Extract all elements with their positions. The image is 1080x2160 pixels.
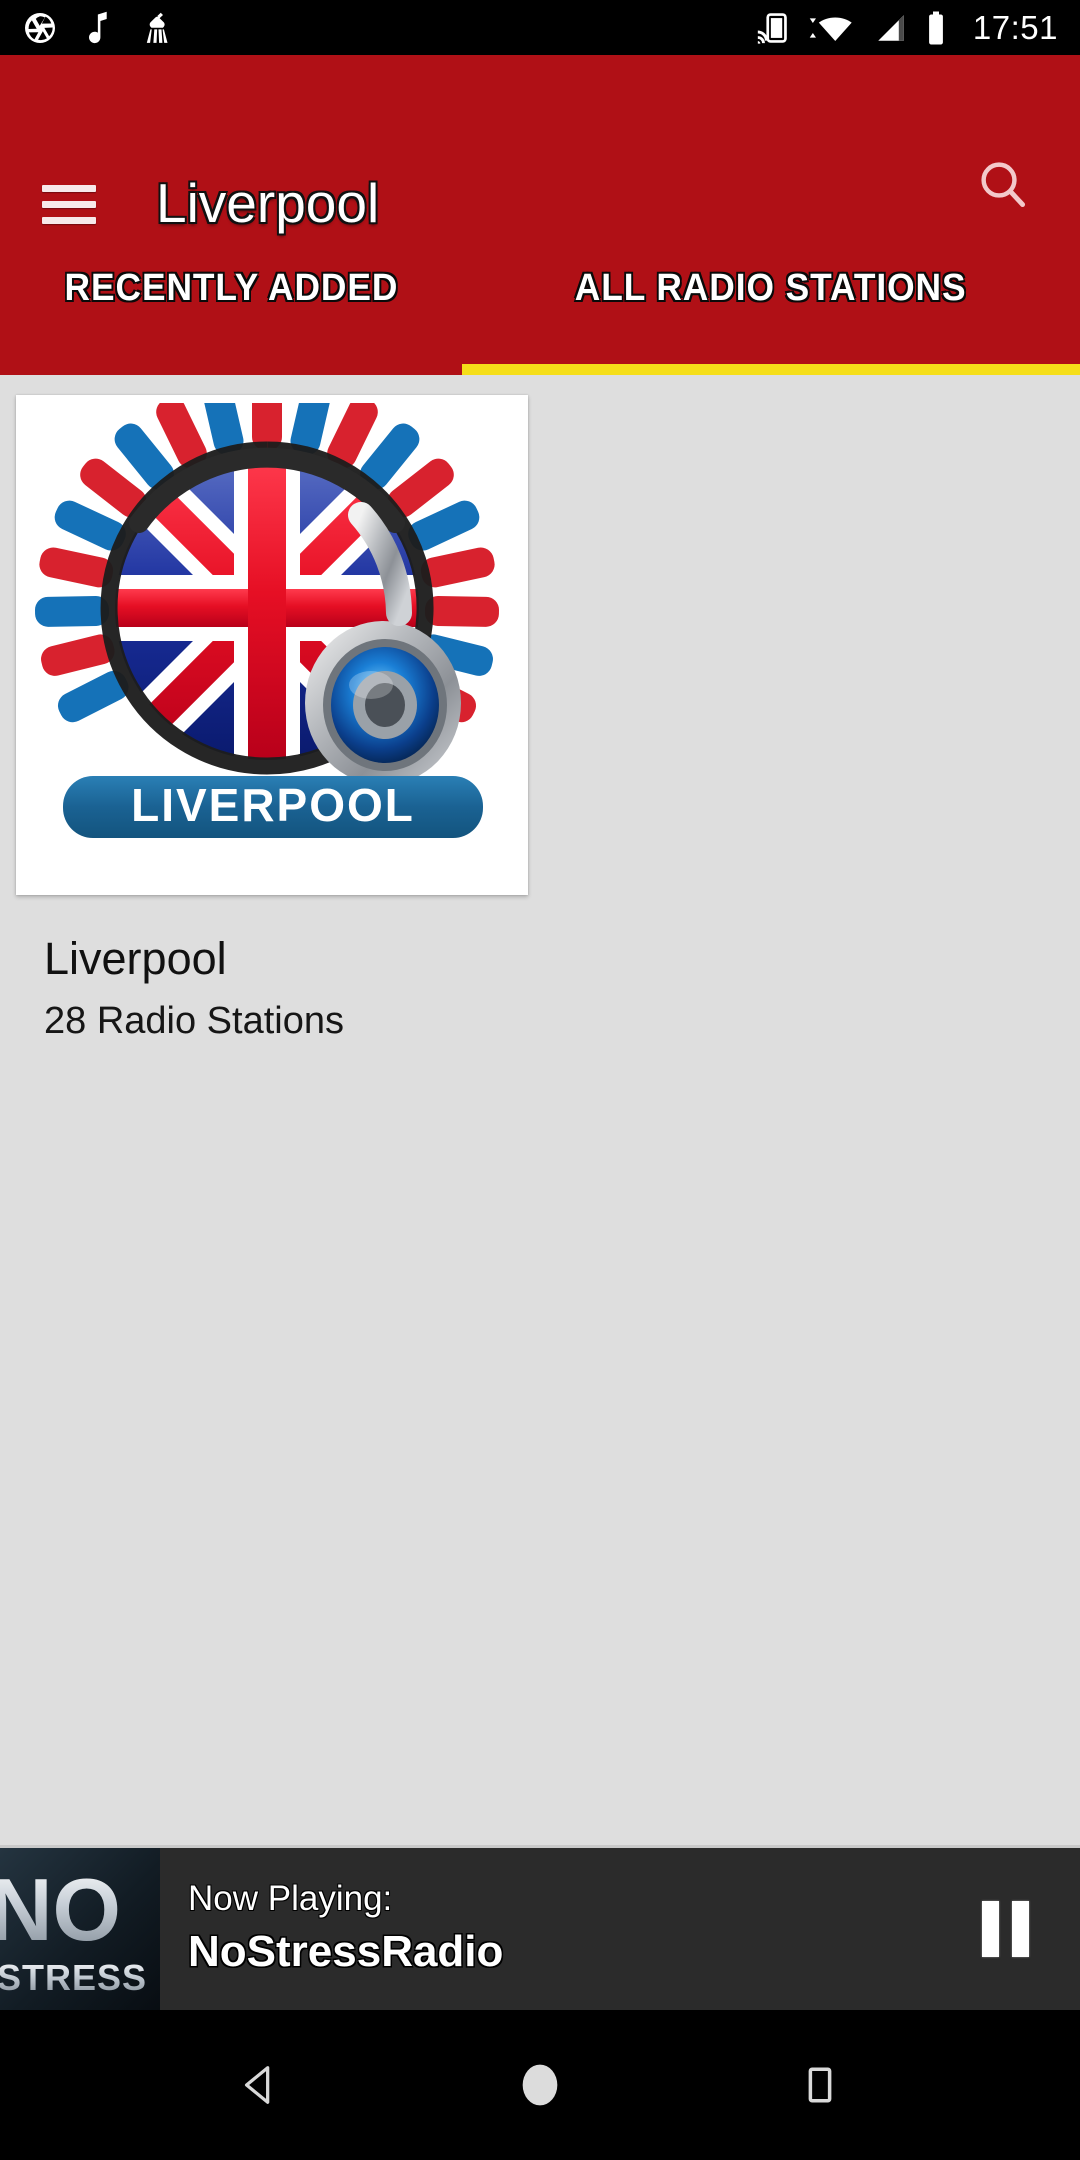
pause-icon[interactable]: [930, 1848, 1080, 2010]
page-title: Liverpool: [156, 172, 380, 234]
camera-aperture-icon: [25, 12, 55, 43]
card-artwork: LIVERPOOL: [16, 395, 528, 895]
liverpool-uk-flag-headphones-logo: LIVERPOOL: [31, 403, 513, 873]
recents-square-icon[interactable]: [725, 2010, 915, 2160]
hamburger-menu-icon[interactable]: [42, 185, 96, 224]
cleaner-broom-icon: [146, 12, 168, 43]
logo-banner-text: LIVERPOOL: [131, 779, 415, 831]
phone-screen: 17:51 Liverpool RECENTLY ADDED ALL RADIO…: [0, 0, 1080, 2160]
status-bar: 17:51: [0, 0, 1080, 55]
android-navigation-bar: [0, 2010, 1080, 2160]
active-tab-indicator: [462, 364, 1080, 375]
tab-all-radio-stations[interactable]: ALL RADIO STATIONS: [462, 247, 1080, 375]
status-bar-right-icons: 17:51: [755, 9, 1058, 47]
wifi-icon: [809, 17, 852, 41]
battery-icon: [929, 11, 943, 44]
station-list-area: LIVERPOOL Liverpool 28 Radio Stations: [0, 375, 1080, 1845]
now-playing-artwork: NO STRESS: [0, 1848, 160, 2010]
home-circle-icon[interactable]: [445, 2010, 635, 2160]
back-triangle-icon[interactable]: [165, 2010, 355, 2160]
cellular-signal-icon: [878, 14, 904, 41]
search-icon[interactable]: [962, 143, 1044, 225]
now-playing-station-name: NoStressRadio: [188, 1926, 504, 1976]
now-playing-text: Now Playing: NoStressRadio: [160, 1848, 930, 2010]
list-item[interactable]: LIVERPOOL Liverpool 28 Radio Stations: [16, 395, 528, 1042]
tab-all-radio-stations-label: ALL RADIO STATIONS: [575, 267, 967, 309]
tab-bar: RECENTLY ADDED ALL RADIO STATIONS: [0, 247, 1080, 375]
tab-recently-added-label: RECENTLY ADDED: [64, 267, 398, 309]
card-subtitle: 28 Radio Stations: [44, 1000, 344, 1042]
status-bar-clock: 17:51: [972, 8, 1058, 46]
tab-recently-added[interactable]: RECENTLY ADDED: [0, 247, 462, 375]
card-title: Liverpool: [44, 933, 227, 984]
now-playing-bar[interactable]: NO STRESS Now Playing: NoStressRadio: [0, 1845, 1080, 2010]
now-playing-label: Now Playing:: [188, 1879, 393, 1919]
artwork-line-1: NO: [0, 1860, 121, 1959]
status-bar-left-icons: [22, 10, 176, 46]
music-note-icon: [89, 11, 107, 43]
cast-screen-icon: [757, 12, 787, 44]
app-bar: Liverpool: [0, 55, 1080, 247]
artwork-line-2: STRESS: [0, 1957, 147, 1998]
